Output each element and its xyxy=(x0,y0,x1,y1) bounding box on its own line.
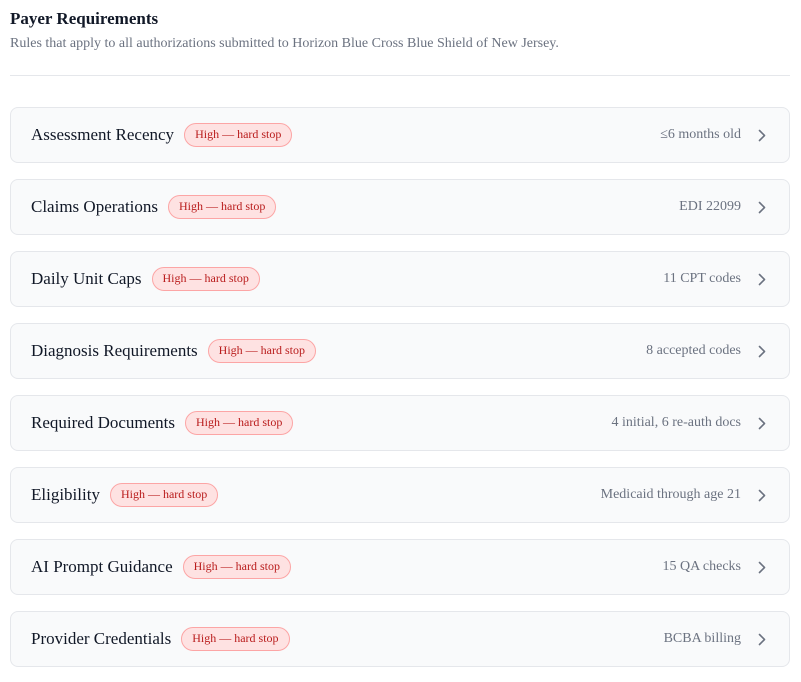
page-title: Payer Requirements xyxy=(10,9,159,28)
severity-badge: High — hard stop xyxy=(207,339,316,363)
requirement-name: Daily Unit Caps xyxy=(31,269,142,288)
chevron-right-icon[interactable] xyxy=(757,200,767,214)
requirement-row-claims-operations[interactable]: Claims Operations High — hard stop EDI 2… xyxy=(10,179,790,235)
severity-badge: High — hard stop xyxy=(185,411,294,435)
requirement-name: Provider Credentials xyxy=(31,629,172,648)
requirement-name: Diagnosis Requirements xyxy=(31,341,198,360)
requirement-name: AI Prompt Guidance xyxy=(31,557,173,576)
requirement-name: Claims Operations xyxy=(31,197,159,216)
page-subtitle: Rules that apply to all authorizations s… xyxy=(10,36,559,51)
severity-badge: High — hard stop xyxy=(184,123,293,147)
severity-badge: High — hard stop xyxy=(181,627,290,651)
requirement-row-ai-prompt-guidance[interactable]: AI Prompt Guidance High — hard stop 15 Q… xyxy=(10,539,790,595)
requirement-row-eligibility[interactable]: Eligibility High — hard stop Medicaid th… xyxy=(10,467,790,523)
requirement-row-required-documents[interactable]: Required Documents High — hard stop 4 in… xyxy=(10,395,790,451)
requirement-summary: ≤6 months old xyxy=(660,127,741,142)
requirement-summary: 15 QA checks xyxy=(662,559,741,574)
chevron-right-icon[interactable] xyxy=(757,632,767,646)
requirement-name: Eligibility xyxy=(31,485,100,504)
chevron-right-icon[interactable] xyxy=(757,272,767,286)
requirement-summary: 4 initial, 6 re-auth docs xyxy=(611,415,741,430)
severity-badge: High — hard stop xyxy=(151,267,260,291)
requirement-summary: BCBA billing xyxy=(663,631,741,646)
divider xyxy=(10,75,790,76)
requirement-summary: EDI 22099 xyxy=(679,199,741,214)
requirement-name: Assessment Recency xyxy=(31,125,175,144)
requirement-row-daily-unit-caps[interactable]: Daily Unit Caps High — hard stop 11 CPT … xyxy=(10,251,790,307)
requirement-name: Required Documents xyxy=(31,413,175,432)
severity-badge: High — hard stop xyxy=(168,195,277,219)
chevron-right-icon[interactable] xyxy=(757,344,767,358)
severity-badge: High — hard stop xyxy=(182,555,291,579)
requirement-summary: Medicaid through age 21 xyxy=(600,487,741,502)
chevron-right-icon[interactable] xyxy=(757,128,767,142)
requirement-row-provider-credentials[interactable]: Provider Credentials High — hard stop BC… xyxy=(10,611,790,667)
chevron-right-icon[interactable] xyxy=(757,416,767,430)
requirement-summary: 11 CPT codes xyxy=(663,271,741,286)
chevron-right-icon[interactable] xyxy=(757,488,767,502)
severity-badge: High — hard stop xyxy=(109,483,219,507)
requirement-summary: 8 accepted codes xyxy=(646,343,741,358)
payer-requirements-panel: Payer Requirements Rules that apply to a… xyxy=(0,0,801,667)
requirements-list: Assessment Recency High — hard stop ≤6 m… xyxy=(10,107,790,667)
requirement-row-assessment-recency[interactable]: Assessment Recency High — hard stop ≤6 m… xyxy=(10,107,790,163)
chevron-right-icon[interactable] xyxy=(757,560,767,574)
requirement-row-diagnosis-requirements[interactable]: Diagnosis Requirements High — hard stop … xyxy=(10,323,790,379)
